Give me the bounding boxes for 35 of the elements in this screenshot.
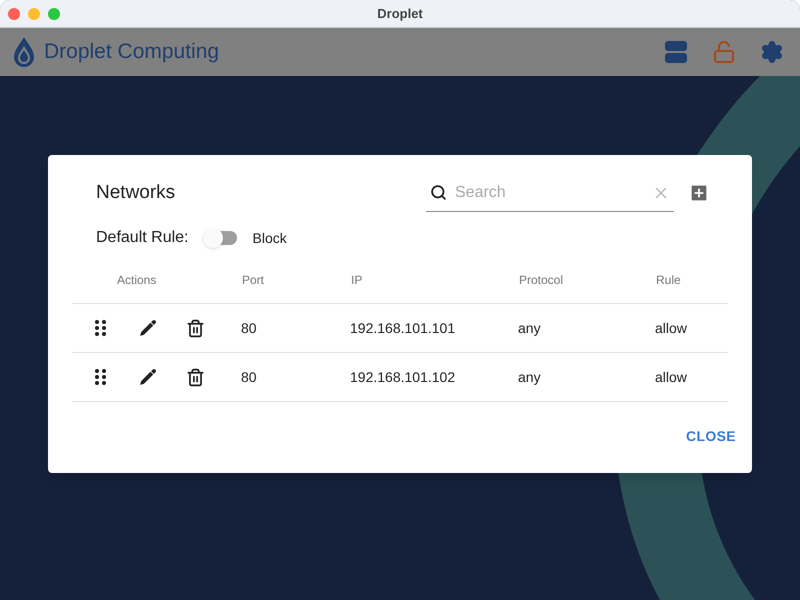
drag-handle-icon[interactable] — [95, 320, 107, 336]
server-icon[interactable] — [664, 40, 688, 64]
drag-handle-icon[interactable] — [95, 369, 107, 385]
delete-icon[interactable] — [186, 368, 205, 386]
column-header: IP — [351, 272, 364, 289]
protocol-cell-text: any — [518, 368, 542, 387]
delete-icon[interactable] — [186, 318, 205, 338]
brand-name: Droplet Computing — [44, 39, 220, 66]
rule-cell-text: allow — [655, 318, 687, 338]
edit-icon[interactable] — [138, 367, 158, 387]
column-header: Port — [242, 272, 266, 289]
dialog-title: Networks — [96, 180, 176, 205]
column-header: Protocol — [519, 272, 564, 289]
default-rule-value: Block — [252, 228, 287, 248]
default-rule-label: Default Rule: — [96, 228, 188, 248]
ip-cell-text: 192.168.101.102 — [350, 368, 456, 386]
rule-cell-text: allow — [655, 368, 687, 386]
close-button[interactable]: CLOSE — [682, 426, 740, 447]
column-header: Actions — [117, 272, 158, 289]
port-cell-text: 80 — [241, 318, 258, 338]
column-header: Rule — [656, 272, 681, 289]
window-title: Droplet — [377, 4, 423, 23]
edit-icon[interactable] — [138, 318, 158, 338]
protocol-cell-text: any — [518, 318, 542, 338]
search-icon — [430, 184, 447, 201]
default-rule-toggle[interactable] — [202, 228, 238, 248]
close-window-button[interactable] — [8, 8, 20, 20]
search-field[interactable]: Search — [455, 180, 644, 204]
zoom-window-button[interactable] — [48, 8, 60, 20]
ip-cell-text: 192.168.101.101 — [350, 318, 456, 338]
settings-icon[interactable] — [760, 40, 784, 64]
minimize-window-button[interactable] — [28, 8, 40, 20]
port-cell-text: 80 — [241, 368, 258, 386]
droplet-logo-icon — [12, 36, 36, 68]
unlocked-lock-icon[interactable] — [712, 40, 736, 64]
